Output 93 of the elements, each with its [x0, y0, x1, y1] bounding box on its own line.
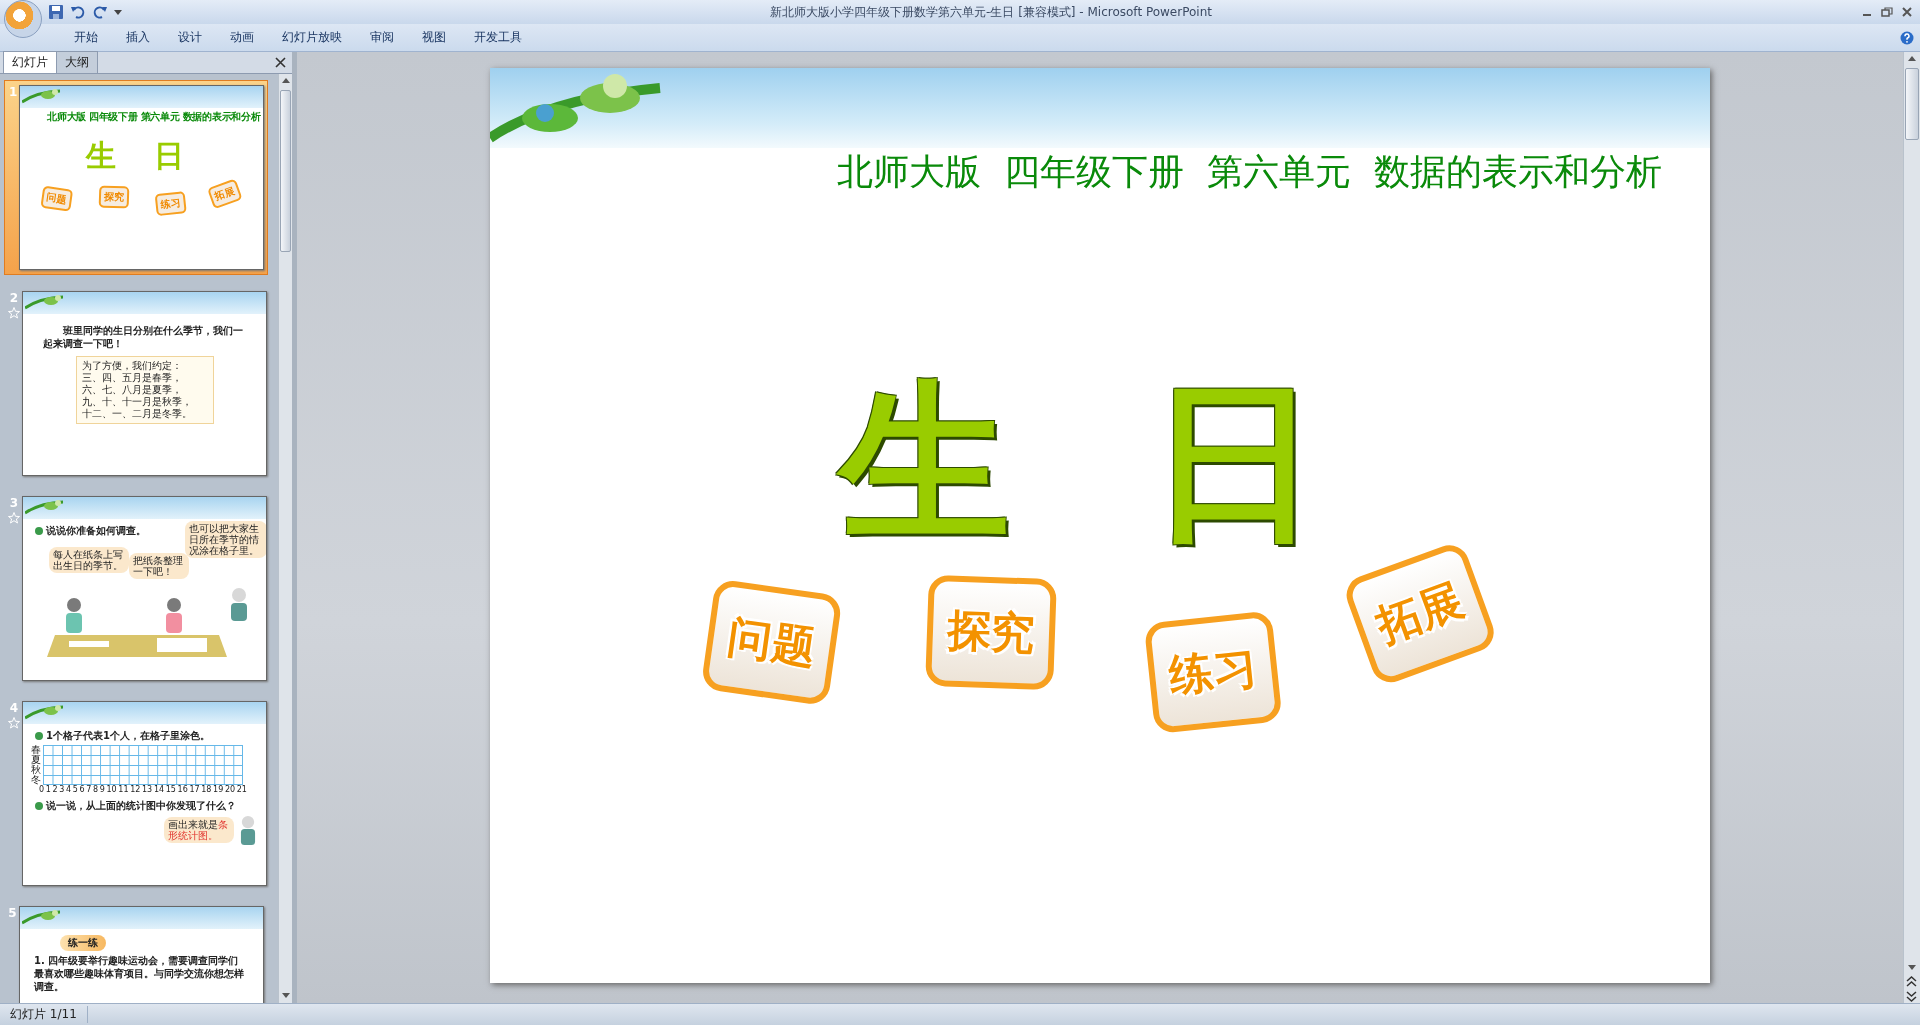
- note-line: 九、十、十一月是秋季，: [81, 396, 193, 408]
- help-icon[interactable]: [1900, 30, 1914, 45]
- note-line: 为了方便，我们约定：: [81, 360, 183, 372]
- row-label: 冬: [31, 775, 41, 785]
- ribbon-tab[interactable]: 幻灯片放映: [268, 29, 356, 46]
- slide-counter: 幻灯片 1/11: [0, 1006, 88, 1023]
- note-line: 三、四、五月是春季，: [81, 372, 183, 384]
- heading-text: 1个格子代表1个人，在格子里涂色。: [46, 729, 210, 743]
- heading-text: 说一说，从上面的统计图中你发现了什么？: [46, 799, 236, 813]
- row-label: 春: [31, 745, 41, 755]
- topic-badge: 探究: [98, 185, 130, 209]
- ribbon-tab[interactable]: 设计: [164, 29, 216, 46]
- ribbon-tab[interactable]: 动画: [216, 29, 268, 46]
- slide-title: 生 日: [84, 137, 200, 175]
- note-line: 十二、一、二月是冬季。: [81, 408, 193, 420]
- axis-number: 4: [66, 785, 72, 794]
- close-icon[interactable]: [1900, 6, 1914, 18]
- axis-number: 16: [177, 785, 188, 794]
- ribbon-tab[interactable]: 视图: [408, 29, 460, 46]
- axis-number: 15: [165, 785, 176, 794]
- ribbon-tab[interactable]: 审阅: [356, 29, 408, 46]
- bullet-icon: [35, 732, 43, 740]
- selected-slide-item[interactable]: 1 北师大版 四年级下册 第六单元 数据的表示和分析 生 日 问题 探究 练习 拓展: [4, 80, 268, 275]
- axis-number: 6: [79, 785, 85, 794]
- speech-bubble: 每人在纸条上写出生日的季节。: [49, 547, 129, 573]
- next-slide-icon[interactable]: [1904, 989, 1919, 1003]
- axis-number: 13: [142, 785, 153, 794]
- close-icon[interactable]: [275, 57, 286, 68]
- vine-drawing: [22, 909, 62, 925]
- vine-drawing: [25, 499, 65, 515]
- slide-number: 3: [9, 496, 19, 510]
- redo-icon[interactable]: [92, 4, 108, 20]
- speech-bubble: 也可以把大家生日所在季节的情况涂在格子里。: [185, 521, 266, 558]
- axis-number: 8: [93, 785, 99, 794]
- exercise-text: 1. 四年级要举行趣味运动会，需要调查同学们最喜欢哪些趣味体育项目。与同学交流你想怎样调查。: [34, 954, 245, 993]
- topic-badge: 练习: [154, 191, 187, 217]
- note-line: 六、七、八月是夏季，: [81, 384, 183, 396]
- slide-number: 2: [9, 291, 19, 305]
- ribbon-tab[interactable]: 开发工具: [460, 29, 536, 46]
- slide-item[interactable]: 4 1个格子代表1个人，在格子里涂色。 春 夏 秋 冬 0 1 2 3 4 5 6 7 8 9 10 11 12 13 14 15 16 17 18 19 20 21 说一说，从上面的统计图中你发现了什么？ 画出来就是条形统计图。: [4, 697, 268, 890]
- previous-slide-icon[interactable]: [1904, 975, 1919, 989]
- person-drawing: [228, 587, 250, 621]
- restore-icon[interactable]: [1880, 6, 1894, 18]
- scrollbar-thumb[interactable]: [280, 90, 291, 252]
- axis-number: 2: [52, 785, 58, 794]
- heading-text: 说说你准备如何调查。: [46, 524, 146, 538]
- axis-number: 1: [45, 785, 51, 794]
- customize-caret-icon[interactable]: [114, 8, 122, 16]
- person-drawing: [238, 815, 258, 845]
- slide-number: 4: [9, 701, 19, 715]
- vine-drawing: [22, 88, 63, 104]
- slide-header: 北师大版 四年级下册 第六单元 数据的表示和分析: [837, 150, 1662, 194]
- bullet-icon: [35, 802, 43, 810]
- axis-number: 11: [118, 785, 129, 794]
- person-drawing: [63, 597, 85, 633]
- ribbon-tab[interactable]: 插入: [112, 29, 164, 46]
- undo-icon[interactable]: [70, 4, 86, 20]
- slide-number: 1: [9, 85, 18, 99]
- ribbon-tab[interactable]: 开始: [60, 29, 112, 46]
- window-title: 新北师大版小学四年级下册数学第六单元-生日 [兼容模式] - Microsoft PowerPoint: [769, 3, 1213, 21]
- panel-tab[interactable]: 大纲: [56, 51, 98, 73]
- axis-number: 3: [59, 785, 65, 794]
- slide-item[interactable]: 5 练一练 1. 四年级要举行趣味运动会，需要调查同学们最喜欢哪些趣味体育项目。与同学交流你想怎样调查。: [4, 902, 268, 1003]
- save-icon[interactable]: [48, 4, 64, 20]
- section-badge: 练一练: [60, 935, 106, 951]
- row-label: 秋: [31, 765, 41, 775]
- axis-number: 20: [224, 785, 236, 794]
- axis-number: 19: [213, 785, 224, 794]
- slide-item[interactable]: 2 班里同学的生日分别在什么季节，我们一起来调查一下吧！ 为了方便，我们约定： 三、四、五月是春季， 六、七、八月是夏季， 九、十、十一月是秋季， 十二、一、二月是冬季。: [4, 287, 268, 480]
- vine-drawing: [25, 294, 65, 310]
- topic-badge: 问题: [40, 185, 74, 212]
- axis-number: 17: [189, 785, 200, 794]
- axis-number: 18: [201, 785, 212, 794]
- vine-drawing: [25, 704, 65, 720]
- slide-header: 北师大版 四年级下册 第六单元 数据的表示和分析: [47, 110, 261, 124]
- axis-number: 21: [236, 785, 247, 794]
- bullet-icon: [35, 527, 43, 535]
- panel-tab[interactable]: 幻灯片: [3, 51, 57, 73]
- speech-bubble: 把纸条整理一下吧！: [129, 553, 189, 579]
- axis-number: 5: [72, 785, 78, 794]
- axis-number: 14: [153, 785, 165, 794]
- slide-number: 5: [8, 906, 17, 920]
- question-text: 班里同学的生日分别在什么季节，我们一起来调查一下吧！: [43, 324, 244, 350]
- topic-badge: 拓展: [207, 178, 244, 210]
- axis-number: 7: [86, 785, 92, 794]
- axis-number: 10: [106, 785, 117, 794]
- row-label: 夏: [31, 755, 41, 765]
- axis-number: 0: [39, 785, 45, 794]
- person-drawing: [163, 597, 185, 633]
- scrollbar-thumb[interactable]: [1905, 68, 1919, 140]
- axis-number: 9: [99, 785, 105, 794]
- speech-bubble: 画出来就是条形统计图。: [164, 817, 234, 843]
- axis-number: 12: [130, 785, 141, 794]
